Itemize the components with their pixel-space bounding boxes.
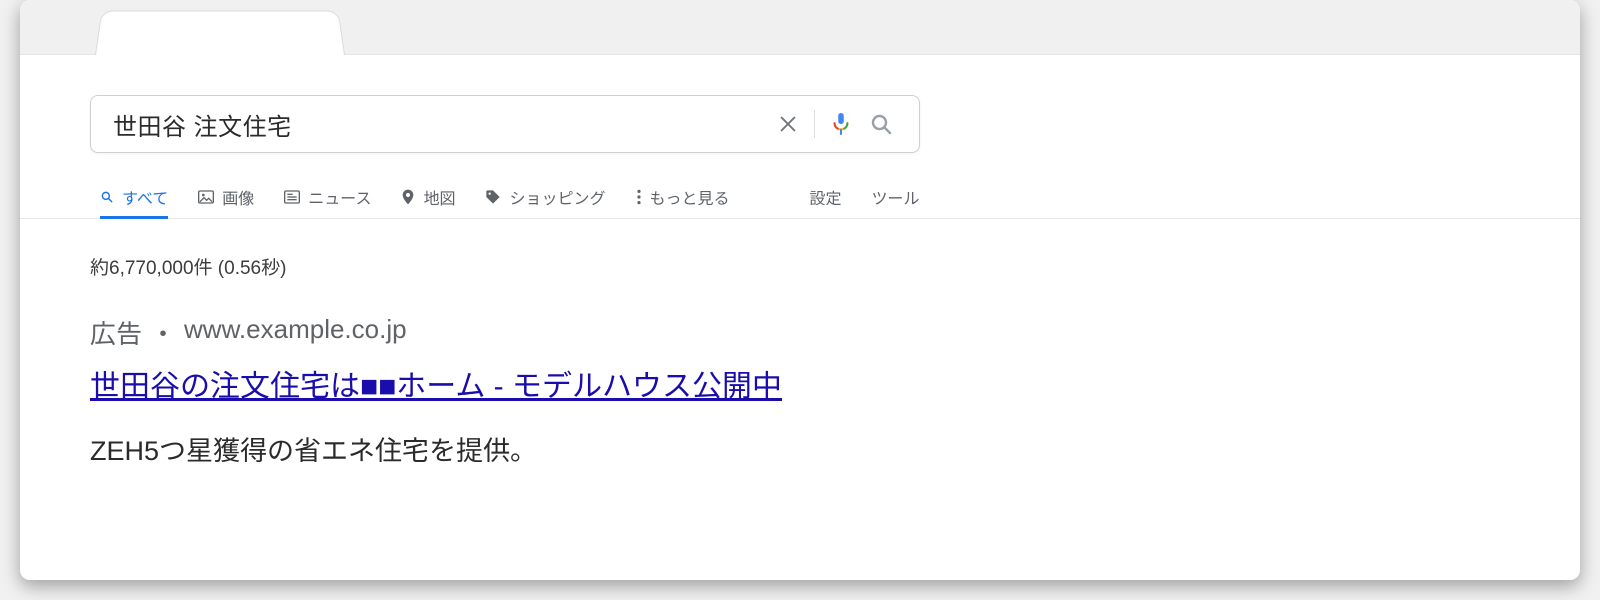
tab-maps[interactable]: 地図 <box>401 175 455 218</box>
tab-news-label: ニュース <box>308 185 371 209</box>
search-tabs: すべて 画像 ニュース <box>20 175 1580 219</box>
tab-images[interactable]: 画像 <box>198 175 254 218</box>
ad-url: www.example.co.jp <box>184 314 407 351</box>
tag-icon <box>485 189 501 205</box>
voice-search-icon[interactable] <box>821 104 861 144</box>
search-box <box>90 95 920 153</box>
search-icon[interactable] <box>861 104 901 144</box>
result-stats: 約6,770,000件 (0.56秒) <box>90 253 1510 280</box>
tab-shopping-label: ショッピング <box>509 185 605 209</box>
link-tools[interactable]: ツール <box>872 175 920 218</box>
tab-shopping[interactable]: ショッピング <box>485 175 605 218</box>
separator <box>814 110 815 138</box>
search-small-icon <box>100 190 114 204</box>
ad-title-link[interactable]: 世田谷の注文住宅は■■ホーム - モデルハウス公開中 <box>90 361 782 405</box>
settings-label: 設定 <box>810 185 842 209</box>
news-icon <box>284 190 300 204</box>
browser-tab-strip <box>20 0 1580 55</box>
tab-more-label: もっと見る <box>650 185 730 209</box>
more-vertical-icon <box>636 189 642 205</box>
ad-label: 広告 <box>90 314 142 351</box>
clear-icon[interactable] <box>768 104 808 144</box>
tab-all[interactable]: すべて <box>100 175 168 218</box>
ad-url-line: 広告 ・ www.example.co.jp <box>90 314 1190 351</box>
tab-more[interactable]: もっと見る <box>636 175 730 218</box>
image-icon <box>198 190 214 204</box>
tab-images-label: 画像 <box>222 185 254 209</box>
tab-maps-label: 地図 <box>423 185 455 209</box>
tab-all-label: すべて <box>122 185 168 209</box>
search-input[interactable] <box>113 110 768 138</box>
ad-result: 広告 ・ www.example.co.jp 世田谷の注文住宅は■■ホーム - … <box>90 314 1190 468</box>
tools-label: ツール <box>872 185 920 209</box>
ad-description: ZEH5つ星獲得の省エネ住宅を提供。 <box>90 429 1190 468</box>
ad-separator-dot: ・ <box>150 314 176 351</box>
tab-news[interactable]: ニュース <box>284 175 371 218</box>
map-pin-icon <box>401 189 415 205</box>
link-settings[interactable]: 設定 <box>810 175 842 218</box>
page-content: すべて 画像 ニュース <box>20 55 1580 468</box>
browser-window: すべて 画像 ニュース <box>20 0 1580 580</box>
browser-tab[interactable] <box>95 11 345 55</box>
